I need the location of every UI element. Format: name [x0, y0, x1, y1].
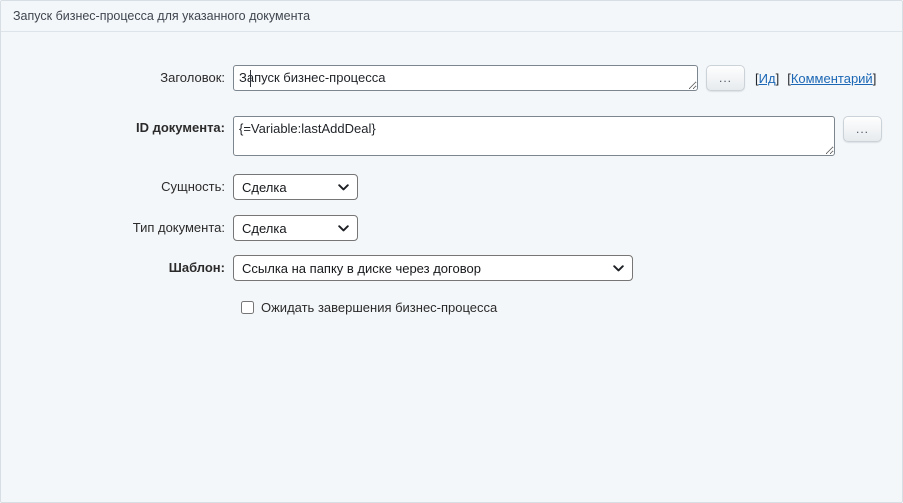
workflow-form: Заголовок: Запуск бизнес-процесса ... [И… [1, 32, 902, 315]
id-link[interactable]: Ид [759, 71, 776, 86]
field-row-entity: Сущность: Сделка [1, 174, 902, 200]
field-row-wait-completion: Ожидать завершения бизнес-процесса [241, 300, 902, 315]
wait-completion-checkbox[interactable] [241, 301, 254, 314]
comment-link[interactable]: Комментарий [791, 71, 873, 86]
field-row-document-type: Тип документа: Сделка [1, 215, 902, 241]
panel-header: Запуск бизнес-процесса для указанного до… [1, 1, 902, 32]
field-row-template: Шаблон: Ссылка на папку в диске через до… [1, 255, 902, 281]
field-row-document-id: ID документа: {=Variable:lastAddDeal} ..… [1, 116, 902, 156]
document-type-select-value: Сделка [242, 221, 287, 236]
title-links: [Ид][Комментарий] [755, 71, 876, 86]
chevron-down-icon [338, 225, 349, 232]
chevron-down-icon [338, 184, 349, 191]
document-id-dots-button[interactable]: ... [843, 116, 882, 142]
document-type-select[interactable]: Сделка [233, 215, 358, 241]
workflow-settings-panel: Запуск бизнес-процесса для указанного до… [0, 0, 903, 503]
panel-title: Запуск бизнес-процесса для указанного до… [13, 9, 310, 23]
template-select[interactable]: Ссылка на папку в диске через договор [233, 255, 633, 281]
document-id-input[interactable]: {=Variable:lastAddDeal} [233, 116, 835, 156]
text-cursor [250, 70, 251, 87]
id-link-bracket-close: ] [776, 71, 780, 86]
title-input[interactable]: Запуск бизнес-процесса [233, 65, 698, 91]
entity-select-value: Сделка [242, 180, 287, 195]
comment-link-bracket-close: ] [873, 71, 877, 86]
wait-completion-label[interactable]: Ожидать завершения бизнес-процесса [261, 300, 497, 315]
document-id-label: ID документа: [1, 116, 233, 136]
entity-label: Сущность: [1, 179, 233, 195]
document-type-label: Тип документа: [1, 220, 233, 236]
chevron-down-icon [613, 265, 624, 272]
entity-select[interactable]: Сделка [233, 174, 358, 200]
title-dots-button[interactable]: ... [706, 65, 745, 91]
title-label: Заголовок: [1, 70, 233, 86]
template-select-value: Ссылка на папку в диске через договор [242, 261, 481, 276]
template-label: Шаблон: [1, 260, 233, 276]
field-row-title: Заголовок: Запуск бизнес-процесса ... [И… [1, 65, 902, 91]
